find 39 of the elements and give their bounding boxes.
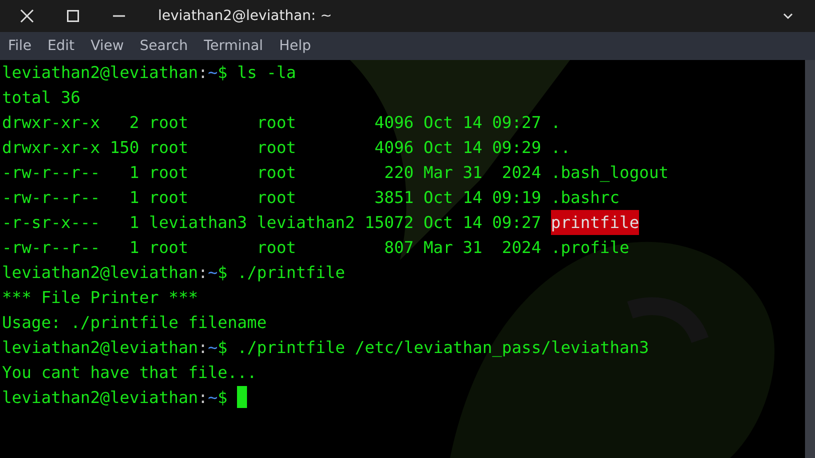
terminal-text: You cant have that file... [2, 362, 257, 384]
terminal-text: -rw-r--r-- 1 root root 3851 Oct 14 09:19 .bashrc [2, 187, 620, 209]
terminal-text: Usage: ./printfile filename [2, 312, 267, 334]
terminal-text: *** File Printer *** [2, 287, 198, 309]
terminal-text: -rw-r--r-- 1 root root 220 Mar 31 2024 .bash_logout [2, 162, 669, 184]
prompt-path: ~ [208, 337, 218, 359]
prompt-separator: : [198, 337, 208, 359]
prompt-user: leviathan2@leviathan [2, 262, 198, 284]
prompt-separator: : [198, 387, 208, 409]
highlighted-filename: printfile [550, 210, 640, 235]
terminal-text: $ ./printfile /etc/leviathan_pass/leviathan3 [218, 337, 649, 359]
menu-item[interactable]: Terminal [196, 32, 272, 60]
terminal-text: drwxr-xr-x 150 root root 4096 Oct 14 09:29 .. [2, 137, 571, 159]
close-icon [20, 9, 34, 23]
prompt-user: leviathan2@leviathan [2, 337, 198, 359]
terminal-text: -rw-r--r-- 1 root root 807 Mar 31 2024 .profile [2, 237, 630, 259]
prompt-separator: : [198, 62, 208, 84]
terminal-text: $ [218, 387, 228, 409]
terminal-text: total 36 [2, 87, 80, 109]
minimize-icon [113, 14, 125, 18]
terminal-text: drwxr-xr-x 2 root root 4096 Oct 14 09:27 . [2, 112, 561, 134]
window-title: leviathan2@leviathan: ~ [157, 6, 332, 26]
menu-item[interactable]: View [82, 32, 132, 60]
chevron-icon [782, 12, 794, 20]
prompt-path: ~ [208, 262, 218, 284]
maximize-icon [67, 10, 79, 22]
prompt-path: ~ [208, 387, 218, 409]
prompt-path: ~ [208, 62, 218, 84]
scrollbar[interactable] [805, 60, 815, 458]
prompt-separator: : [198, 262, 208, 284]
menu-item[interactable]: Edit [39, 32, 83, 60]
terminal-text: $ ./printfile [218, 262, 346, 284]
terminal-text: -r-sr-x--- 1 leviathan3 leviathan2 15072 Oct 14 09:27 [2, 212, 542, 234]
prompt-user: leviathan2@leviathan [2, 62, 198, 84]
menu-item[interactable]: Help [271, 32, 319, 60]
menu-item[interactable]: Search [132, 32, 196, 60]
terminal-text: $ ls -la [218, 62, 296, 84]
prompt-user: leviathan2@leviathan [2, 387, 198, 409]
menu-item[interactable]: File [0, 32, 40, 60]
